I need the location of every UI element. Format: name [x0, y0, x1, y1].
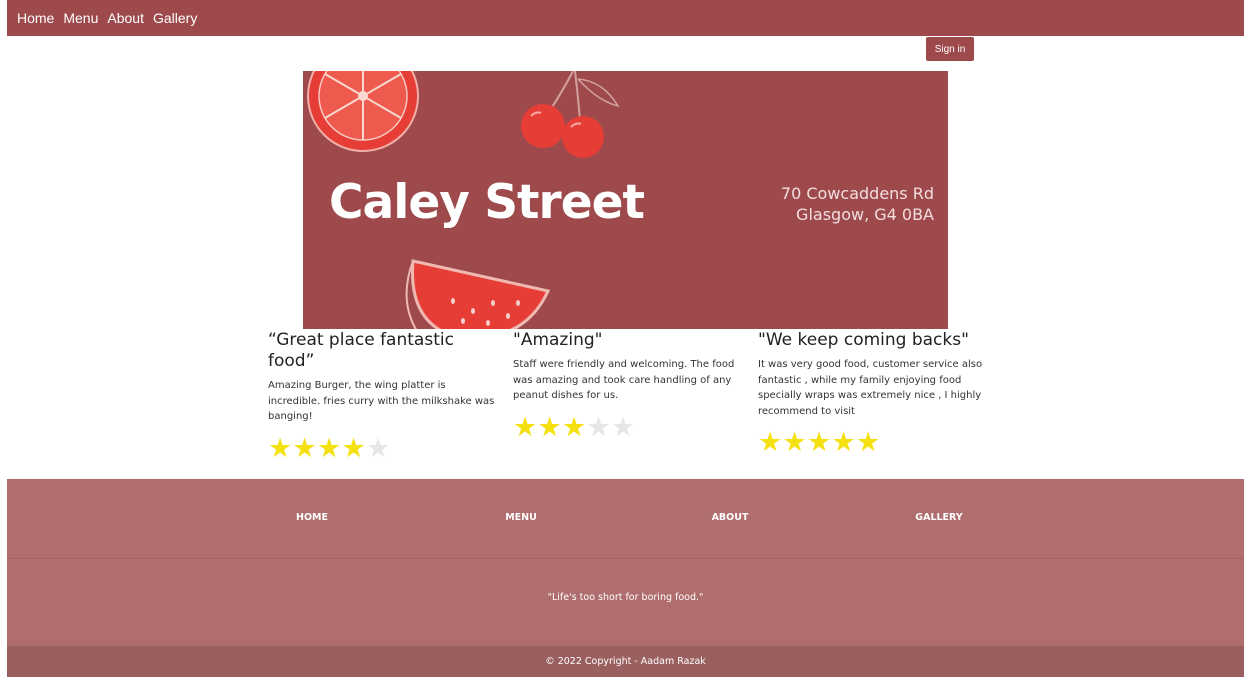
review-card: "We keep coming backs" It was very good …	[758, 330, 990, 456]
address-line-2: Glasgow, G4 0BA	[796, 205, 934, 224]
review-title: "Amazing"	[513, 330, 603, 350]
hero-banner: Caley Street 70 Cowcaddens Rd Glasgow, G…	[303, 71, 948, 329]
nav-menu-link[interactable]: Menu	[63, 10, 98, 26]
copyright-text: © 2022 Copyright - Aadam Razak	[7, 646, 1244, 677]
star-empty-icon: ★	[586, 411, 611, 442]
footer-gallery-link[interactable]: GALLERY	[915, 512, 962, 523]
review-text: Staff were friendly and welcoming. The f…	[513, 359, 735, 401]
review-text: Amazing Burger, the wing platter is incr…	[268, 380, 495, 422]
star-filled-icon: ★	[341, 432, 366, 463]
orange-slice-icon	[307, 71, 419, 152]
star-filled-icon: ★	[268, 432, 293, 463]
footer-menu-link[interactable]: MENU	[505, 512, 537, 523]
footer-quote: "Life's too short for boring food."	[547, 592, 704, 603]
star-filled-icon: ★	[513, 411, 538, 442]
star-filled-icon: ★	[562, 411, 587, 442]
footer-home-link[interactable]: HOME	[296, 512, 328, 523]
star-filled-icon: ★	[831, 427, 856, 457]
nav-home-link[interactable]: Home	[17, 10, 54, 26]
review-title: “Great place fantastic food”	[268, 330, 454, 371]
hero-address: 70 Cowcaddens Rd Glasgow, G4 0BA	[781, 183, 934, 225]
footer-about-link[interactable]: ABOUT	[712, 512, 749, 523]
footer-nav: HOME MENU ABOUT GALLERY	[7, 479, 1244, 559]
star-filled-icon: ★	[292, 432, 317, 463]
cherries-icon	[521, 71, 620, 158]
site-footer: HOME MENU ABOUT GALLERY "Life's too shor…	[7, 479, 1244, 677]
star-filled-icon: ★	[758, 427, 783, 457]
star-filled-icon: ★	[782, 427, 807, 457]
nav-gallery-link[interactable]: Gallery	[153, 10, 197, 26]
star-rating: ★ ★ ★ ★ ★	[268, 432, 500, 463]
star-filled-icon: ★	[317, 432, 342, 463]
review-text: It was very good food, customer service …	[758, 359, 983, 417]
watermelon-slice-icon	[405, 259, 551, 329]
sign-in-button[interactable]: Sign in	[926, 37, 974, 61]
star-rating: ★ ★ ★ ★ ★	[758, 429, 990, 456]
address-line-1: 70 Cowcaddens Rd	[780, 184, 934, 203]
star-filled-icon: ★	[537, 411, 562, 442]
star-filled-icon: ★	[807, 427, 832, 457]
review-title: "We keep coming backs"	[758, 330, 969, 350]
review-card: "Amazing" Staff were friendly and welcom…	[513, 330, 745, 441]
star-filled-icon: ★	[856, 427, 881, 457]
top-navbar: Home Menu About Gallery	[7, 0, 1244, 36]
nav-about-link[interactable]: About	[107, 10, 144, 26]
hero-title: Caley Street	[329, 175, 645, 230]
review-card: “Great place fantastic food” Amazing Bur…	[268, 330, 500, 462]
star-empty-icon: ★	[611, 411, 636, 442]
star-rating: ★ ★ ★ ★ ★	[513, 411, 745, 442]
star-empty-icon: ★	[366, 432, 391, 463]
